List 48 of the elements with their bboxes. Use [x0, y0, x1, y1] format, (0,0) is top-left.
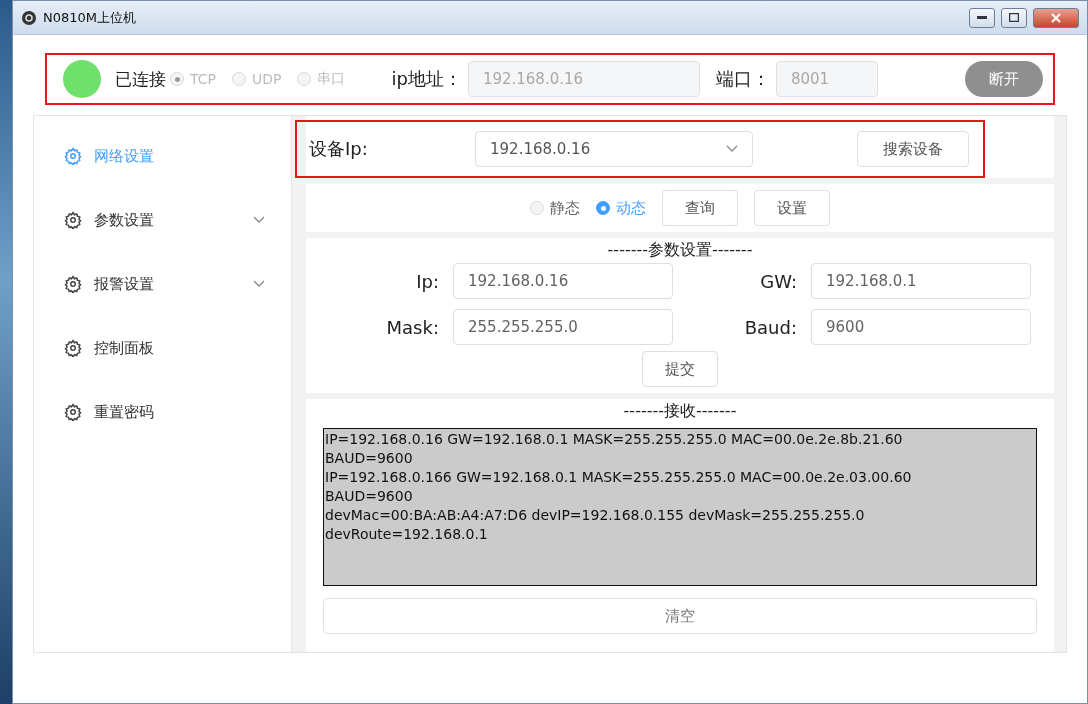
log-line: devRoute=192.168.0.1: [325, 525, 489, 544]
window-title: N0810M上位机: [43, 8, 138, 27]
device-ip-select[interactable]: 192.168.0.16: [475, 131, 753, 167]
log-line: IP=192.168.0.16 GW=192.168.0.1 MASK=255.255.255.0 MAC=00.0e.2e.8b.21.60: [325, 430, 904, 449]
action-button[interactable]: 查询: [662, 190, 738, 226]
chevron-down-icon: [253, 216, 265, 224]
log-line: IP=192.168.0.166 GW=192.168.0.1 MASK=255.255.255.0 MAC=00.0e.2e.03.00.60: [325, 468, 913, 487]
app-icon: [21, 9, 37, 26]
gear-icon: [64, 275, 82, 293]
field-label: GW:: [760, 270, 797, 292]
status-label: 已连接: [115, 67, 166, 91]
sidebar-item[interactable]: 参数设置: [34, 188, 291, 252]
field-label: Ip:: [416, 270, 439, 292]
chevron-down-icon: [726, 145, 738, 153]
minimize-icon: [977, 15, 987, 20]
minimize-button[interactable]: [969, 7, 995, 28]
input-field[interactable]: 192.168.0.1: [811, 263, 1031, 299]
ip-label: ip地址：: [391, 67, 462, 91]
mode-radio[interactable]: 静态: [530, 198, 580, 218]
action-button[interactable]: 设置: [754, 190, 830, 226]
input-field[interactable]: 255.255.255.0: [453, 309, 673, 345]
sidebar-item[interactable]: 控制面板: [34, 316, 291, 380]
gear-icon: [64, 147, 82, 165]
log-line: BAUD=9600: [325, 487, 414, 506]
gear-icon: [64, 403, 82, 421]
port-label: 端口：: [715, 67, 770, 91]
maximize-icon: [1009, 13, 1019, 22]
submit-button[interactable]: 提交: [642, 351, 718, 387]
clear-button[interactable]: 清空: [323, 598, 1037, 634]
input-field[interactable]: 9600: [811, 309, 1031, 345]
gear-icon: [64, 211, 82, 229]
log-line: BAUD=9600: [325, 449, 414, 468]
section-title: -------参数设置-------: [607, 240, 753, 261]
sidebar-item[interactable]: 重置密码: [34, 380, 291, 444]
search-device-button[interactable]: 搜索设备: [857, 131, 969, 167]
close-icon: [1051, 12, 1061, 23]
device-ip-label: 设备Ip:: [309, 137, 368, 161]
field-label: Mask:: [386, 316, 439, 338]
maximize-button[interactable]: [1001, 7, 1027, 28]
disconnect-button[interactable]: 断开: [965, 61, 1043, 97]
section-title: -------接收-------: [623, 401, 737, 422]
close-button[interactable]: [1033, 7, 1079, 28]
chevron-down-icon: [253, 280, 265, 288]
input-field[interactable]: 192.168.0.16: [453, 263, 673, 299]
log-line: devMac=00:BA:AB:A4:A7:D6 devIP=192.168.0.155 devMask=255.255.255.0: [325, 506, 866, 525]
field-label: Baud:: [744, 316, 797, 338]
gear-icon: [64, 339, 82, 357]
sidebar-item[interactable]: 报警设置: [34, 252, 291, 316]
